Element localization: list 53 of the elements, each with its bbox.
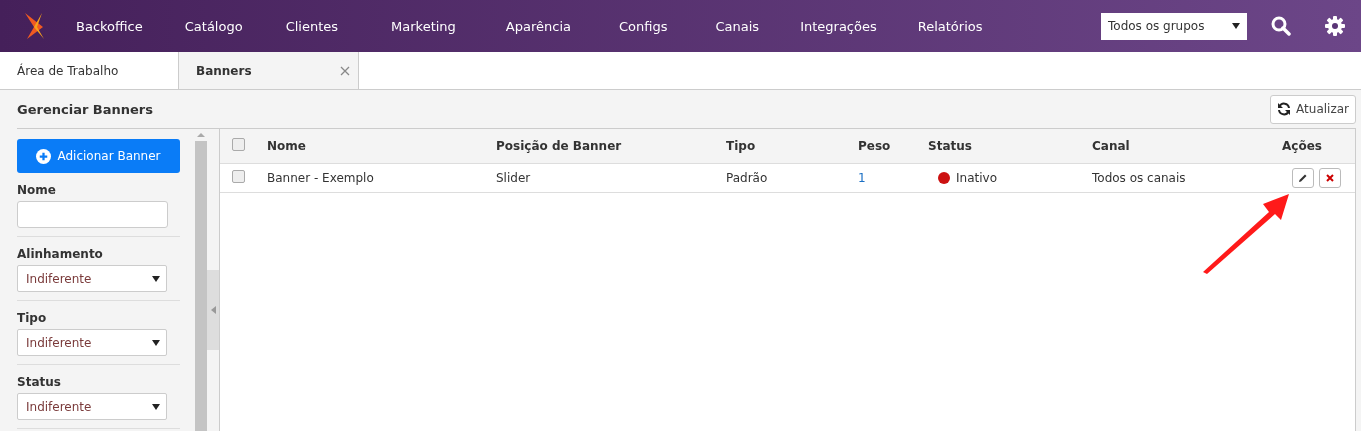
column-header: Posição de Banner [496, 139, 623, 153]
checkbox[interactable] [232, 138, 245, 151]
column-header: Ações [1282, 139, 1323, 153]
nav-item[interactable]: Configs [619, 18, 668, 34]
nav-item[interactable]: Relatórios [917, 18, 983, 34]
table-cell-text: Banner - Exemplo [267, 171, 375, 185]
nav-item[interactable]: Canais [715, 18, 760, 34]
delete-button[interactable] [1319, 168, 1341, 188]
close-icon[interactable] [340, 65, 350, 76]
column-header: Status [928, 139, 973, 153]
settings-icon[interactable] [1325, 16, 1345, 36]
table-cell-text: Todos os canais [1092, 171, 1187, 185]
refresh-icon [1277, 102, 1292, 116]
table-cell-text: Slider [496, 171, 532, 185]
caret-icon [152, 275, 160, 282]
column-header: Nome [267, 139, 307, 153]
pencil-icon [1298, 173, 1308, 183]
add-banner-button[interactable]: Adicionar Banner [17, 139, 180, 173]
filter-label: Alinhamento [17, 247, 104, 261]
column-header: Canal [1092, 139, 1131, 153]
nav-item[interactable]: Catálogo [184, 18, 243, 34]
collapse-handle-icon[interactable] [207, 270, 219, 350]
close-icon [1326, 174, 1334, 182]
nav-item[interactable]: Marketing [391, 18, 456, 34]
search-icon[interactable] [1271, 16, 1291, 36]
table-cell-text: Padrão [726, 171, 769, 185]
caret-icon [1232, 23, 1240, 29]
column-header: Tipo [726, 139, 757, 153]
filter-select[interactable]: Indiferente [17, 329, 167, 356]
filter-label: Status [17, 375, 62, 389]
refresh-button[interactable]: Atualizar [1270, 94, 1356, 124]
plus-circle-icon [36, 148, 52, 164]
nav-item[interactable]: Backoffice [76, 18, 143, 34]
column-header: Peso [858, 139, 892, 153]
filter-select[interactable]: Indiferente [17, 393, 167, 420]
group-select[interactable]: Todos os grupos [1101, 12, 1247, 40]
edit-button[interactable] [1292, 168, 1314, 188]
filter-label: Tipo [17, 311, 48, 325]
weight-link[interactable]: 1 [858, 171, 928, 185]
logo-icon[interactable] [22, 11, 46, 41]
filter-select[interactable]: Indiferente [17, 265, 167, 292]
nav-item[interactable]: Integrações [800, 18, 877, 34]
status-text: Inativo [956, 171, 997, 185]
checkbox[interactable] [232, 170, 245, 183]
filter-label: Nome [17, 183, 57, 197]
nav-item[interactable]: Aparência [505, 18, 571, 34]
caret-icon [152, 403, 160, 410]
caret-icon [152, 339, 160, 346]
tab[interactable]: Banners [178, 52, 359, 89]
page-title: Gerenciar Banners [17, 101, 153, 117]
input-field[interactable] [17, 201, 168, 228]
nav-item[interactable]: Clientes [285, 18, 339, 34]
scrollbar[interactable] [195, 129, 207, 431]
